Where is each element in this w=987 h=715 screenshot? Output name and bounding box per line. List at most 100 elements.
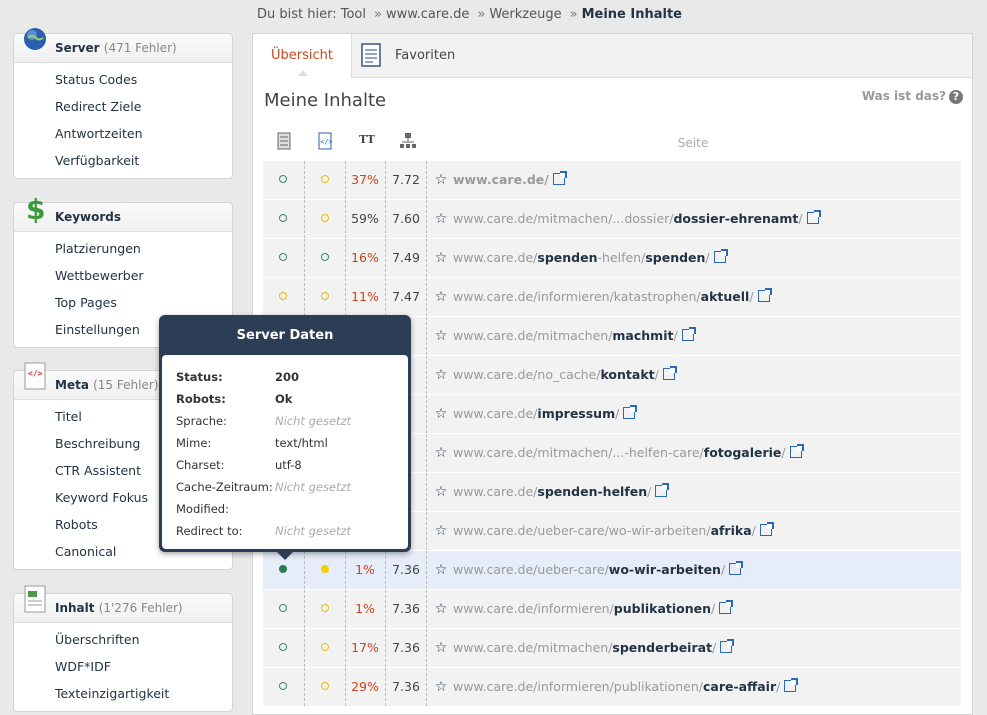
url-cell[interactable]: www.care.de/mitmachen/machmit/ bbox=[453, 317, 953, 355]
url-cell[interactable]: www.care.de/spenden-helfen/ bbox=[453, 473, 953, 511]
sitemap-column-icon[interactable] bbox=[399, 132, 417, 150]
star-icon[interactable]: ☆ bbox=[433, 473, 449, 511]
code-status-cell[interactable] bbox=[304, 629, 346, 667]
server-status-dot[interactable] bbox=[279, 214, 287, 222]
server-status-dot[interactable] bbox=[279, 253, 287, 261]
server-status-dot[interactable] bbox=[279, 643, 287, 651]
url-cell[interactable]: www.care.de/mitmachen/spenderbeirat/ bbox=[453, 629, 953, 667]
star-icon[interactable]: ☆ bbox=[433, 356, 449, 394]
code-status-dot[interactable] bbox=[321, 682, 329, 690]
external-link-icon[interactable] bbox=[757, 288, 772, 302]
url-cell[interactable]: www.care.de/mitmachen/...-helfen-care/fo… bbox=[453, 434, 953, 472]
url-cell[interactable]: www.care.de/ueber-care/wo-wir-arbeiten/ bbox=[453, 551, 953, 589]
table-row[interactable]: 1% 7.36 ☆ www.care.de/informieren/publikati… bbox=[263, 590, 961, 629]
code-status-dot[interactable] bbox=[321, 565, 329, 573]
star-icon[interactable]: ☆ bbox=[433, 200, 449, 238]
external-link-icon[interactable] bbox=[789, 444, 804, 458]
breadcrumb-item-domain[interactable]: www.care.de bbox=[386, 7, 469, 22]
table-row[interactable]: 16% 7.49 ☆ www.care.de/spenden-helfen/spend… bbox=[263, 239, 961, 278]
sidebar-item[interactable]: Status Codes bbox=[14, 66, 232, 93]
code-status-cell[interactable] bbox=[304, 668, 346, 706]
external-link-icon[interactable] bbox=[662, 366, 677, 380]
external-link-icon[interactable] bbox=[784, 678, 799, 692]
code-status-cell[interactable] bbox=[304, 239, 346, 277]
code-status-dot[interactable] bbox=[321, 604, 329, 612]
star-icon[interactable]: ☆ bbox=[433, 629, 449, 667]
sidebar-header-keywords[interactable]: $ Keywords bbox=[14, 193, 232, 232]
external-link-icon[interactable] bbox=[719, 600, 734, 614]
code-status-cell[interactable] bbox=[304, 200, 346, 238]
code-status-dot[interactable] bbox=[321, 643, 329, 651]
external-link-icon[interactable] bbox=[552, 171, 567, 185]
table-row[interactable]: 11% 7.47 ☆ www.care.de/informieren/katastro… bbox=[263, 278, 961, 317]
external-link-icon[interactable] bbox=[713, 249, 728, 263]
sidebar-item[interactable]: Antwortzeiten bbox=[14, 120, 232, 147]
code-status-cell[interactable] bbox=[304, 590, 346, 628]
server-status-dot[interactable] bbox=[279, 565, 287, 573]
server-column-icon[interactable] bbox=[276, 132, 292, 150]
table-row[interactable]: 17% 7.36 ☆ www.care.de/mitmachen/spenderbei… bbox=[263, 629, 961, 668]
table-row[interactable]: 1% 7.36 ☆ www.care.de/ueber-care/wo-wir-arb… bbox=[263, 551, 961, 590]
external-link-icon[interactable] bbox=[720, 639, 735, 653]
sidebar-item[interactable]: Überschriften bbox=[14, 626, 232, 653]
server-status-dot[interactable] bbox=[279, 292, 287, 300]
star-icon[interactable]: ☆ bbox=[433, 668, 449, 706]
external-link-icon[interactable] bbox=[806, 210, 821, 224]
server-status-cell[interactable] bbox=[263, 629, 303, 667]
server-status-cell[interactable] bbox=[263, 278, 303, 316]
sidebar-item[interactable]: WDF*IDF bbox=[14, 653, 232, 680]
sidebar-item[interactable]: Wettbewerber bbox=[14, 262, 232, 289]
url-cell[interactable]: www.care.de/ bbox=[453, 161, 953, 199]
server-status-dot[interactable] bbox=[279, 682, 287, 690]
code-status-dot[interactable] bbox=[321, 292, 329, 300]
url-cell[interactable]: www.care.de/no_cache/kontakt/ bbox=[453, 356, 953, 394]
external-link-icon[interactable] bbox=[729, 561, 744, 575]
star-icon[interactable]: ☆ bbox=[433, 317, 449, 355]
url-cell[interactable]: www.care.de/informieren/katastrophen/akt… bbox=[453, 278, 953, 316]
code-status-dot[interactable] bbox=[321, 253, 329, 261]
external-link-icon[interactable] bbox=[655, 483, 670, 497]
tt-column-header[interactable]: TT bbox=[359, 133, 375, 159]
table-row[interactable]: 37% 7.72 ☆ www.care.de/ bbox=[263, 161, 961, 200]
table-row[interactable]: 59% 7.60 ☆ www.care.de/mitmachen/...dossier… bbox=[263, 200, 961, 239]
code-status-cell[interactable] bbox=[304, 551, 346, 589]
sidebar-item[interactable]: Texteinzigartigkeit bbox=[14, 680, 232, 707]
star-icon[interactable]: ☆ bbox=[433, 161, 449, 199]
breadcrumb-item-werkzeuge[interactable]: Werkzeuge bbox=[489, 7, 561, 22]
star-icon[interactable]: ☆ bbox=[433, 395, 449, 433]
code-status-dot[interactable] bbox=[321, 214, 329, 222]
server-status-dot[interactable] bbox=[279, 604, 287, 612]
tab-overview[interactable]: Übersicht bbox=[253, 34, 352, 78]
tab-favorites[interactable]: Favoriten bbox=[361, 34, 455, 77]
code-status-cell[interactable] bbox=[304, 161, 346, 199]
url-cell[interactable]: www.care.de/ueber-care/wo-wir-arbeiten/a… bbox=[453, 512, 953, 550]
help-link[interactable]: Was ist das?? bbox=[862, 89, 963, 104]
code-status-dot[interactable] bbox=[321, 175, 329, 183]
sidebar-header-inhalt[interactable]: Inhalt (1'276 Fehler) bbox=[14, 585, 232, 623]
breadcrumb-item-tool[interactable]: Du bist hier: Tool bbox=[257, 7, 366, 22]
server-status-dot[interactable] bbox=[279, 175, 287, 183]
star-icon[interactable]: ☆ bbox=[433, 512, 449, 550]
star-icon[interactable]: ☆ bbox=[433, 551, 449, 589]
table-row[interactable]: 29% 7.36 ☆ www.care.de/informieren/publikat… bbox=[263, 668, 961, 707]
server-status-cell[interactable] bbox=[263, 239, 303, 277]
url-cell[interactable]: www.care.de/mitmachen/...dossier/dossier… bbox=[453, 200, 953, 238]
code-status-cell[interactable] bbox=[304, 278, 346, 316]
sidebar-item[interactable]: Redirect Ziele bbox=[14, 93, 232, 120]
sidebar-header-server[interactable]: Server (471 Fehler) bbox=[14, 28, 232, 63]
star-icon[interactable]: ☆ bbox=[433, 434, 449, 472]
star-icon[interactable]: ☆ bbox=[433, 278, 449, 316]
server-status-cell[interactable] bbox=[263, 200, 303, 238]
external-link-icon[interactable] bbox=[681, 327, 696, 341]
url-cell[interactable]: www.care.de/informieren/publikationen/ bbox=[453, 590, 953, 628]
star-icon[interactable]: ☆ bbox=[433, 590, 449, 628]
url-cell[interactable]: www.care.de/impressum/ bbox=[453, 395, 953, 433]
external-link-icon[interactable] bbox=[759, 522, 774, 536]
server-status-cell[interactable] bbox=[263, 161, 303, 199]
sidebar-item[interactable]: Verfügbarkeit bbox=[14, 147, 232, 174]
url-cell[interactable]: www.care.de/spenden-helfen/spenden/ bbox=[453, 239, 953, 277]
sidebar-item[interactable]: Platzierungen bbox=[14, 235, 232, 262]
code-column-icon[interactable]: </> bbox=[317, 132, 333, 150]
server-status-cell[interactable] bbox=[263, 590, 303, 628]
external-link-icon[interactable] bbox=[623, 405, 638, 419]
